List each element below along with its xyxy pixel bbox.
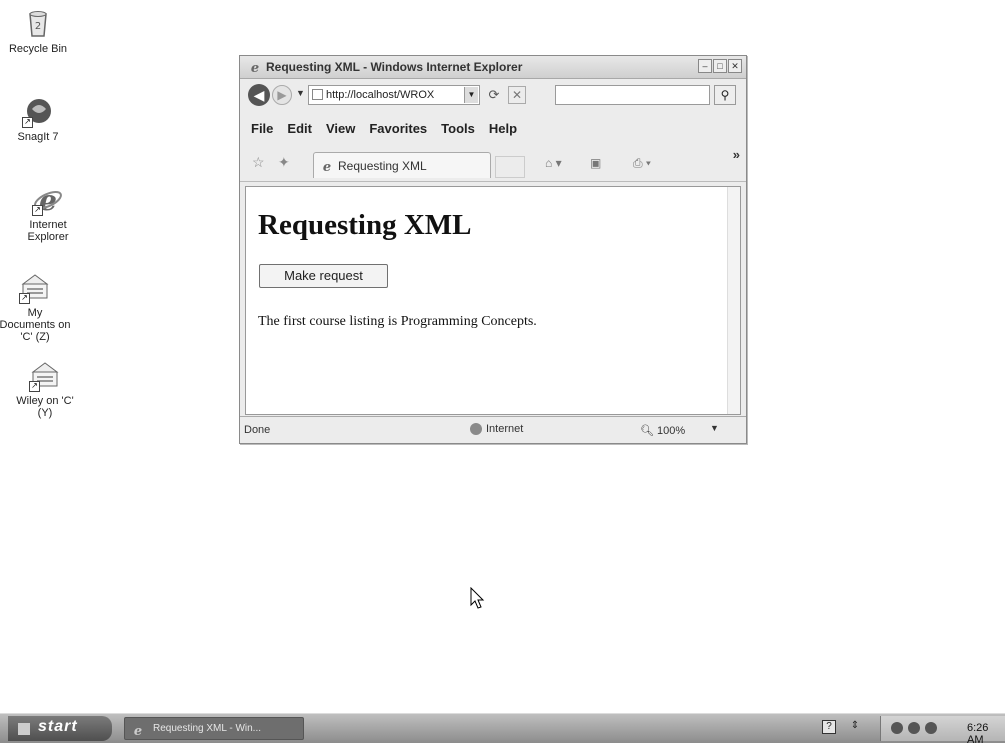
title-bar[interactable]: e Requesting XML - Windows Internet Expl… [240, 56, 746, 79]
print-icon[interactable]: ⎙ ▾ [633, 156, 651, 171]
ie-logo-icon: e [131, 723, 145, 742]
menu-favorites[interactable]: Favorites [369, 121, 427, 136]
taskbar-item-label: Requesting XML - Win... [153, 723, 262, 734]
address-toolbar: ◀ ▶ ▼ http://localhost/WROX ▼ ⟳ ✕ ⚲ [240, 79, 746, 111]
ie-logo-icon: e [248, 60, 262, 79]
desktop-icon-label: Recycle Bin [8, 43, 68, 55]
clock[interactable]: 6:26 AM [967, 722, 1005, 746]
internet-explorer-icon: e ↗ [32, 184, 64, 217]
back-button[interactable]: ◀ [248, 84, 270, 106]
svg-text:2: 2 [35, 21, 41, 32]
tab-toolbar: ☆ ✦ e Requesting XML ⌂ ▾ ▣ ⎙ ▾ » [240, 145, 746, 182]
minimize-button[interactable]: – [698, 59, 712, 73]
feeds-icon[interactable]: ▣ [590, 156, 601, 170]
address-bar[interactable]: http://localhost/WROX ▼ [308, 85, 480, 105]
start-button[interactable]: start [8, 716, 112, 741]
tray-shield-icon[interactable] [891, 722, 903, 734]
snagit-icon: ↗ [22, 96, 54, 128]
favorites-star-icon[interactable]: ☆ [252, 154, 265, 171]
refresh-icon[interactable]: ⟳ [485, 86, 503, 104]
desktop-icon-my-documents[interactable]: ↗ My Documents on 'C' (Z) [0, 272, 71, 343]
page-content: Requesting XML Make request The first co… [245, 186, 741, 415]
menu-file[interactable]: File [251, 121, 273, 136]
tray-arrow-icon[interactable]: ⇕ [848, 720, 862, 734]
desktop-icon-label: SnagIt 7 [17, 131, 59, 143]
maximize-button[interactable]: □ [713, 59, 727, 73]
make-request-button[interactable]: Make request [259, 264, 388, 288]
tray-network-icon[interactable] [908, 722, 920, 734]
search-icon[interactable]: ⚲ [714, 85, 736, 105]
page-heading: Requesting XML [258, 209, 472, 241]
desktop-icon-label: My Documents on 'C' (Z) [0, 307, 71, 343]
zoom-level[interactable]: 🔍︎ 100% [640, 424, 685, 437]
home-icon[interactable]: ⌂ ▾ [545, 156, 562, 170]
shortcut-arrow-icon: ↗ [29, 381, 40, 392]
network-drive-icon: ↗ [29, 360, 61, 392]
add-favorite-icon[interactable]: ✦ [278, 154, 290, 171]
desktop-icon-snagit[interactable]: ↗ SnagIt 7 [2, 96, 74, 143]
security-zone[interactable]: Internet [470, 423, 523, 435]
help-icon[interactable]: ? [822, 720, 836, 734]
ie-window: e Requesting XML - Windows Internet Expl… [239, 55, 747, 444]
ie-logo-icon: e [320, 159, 334, 178]
tab-requesting-xml[interactable]: e Requesting XML [313, 152, 491, 178]
network-drive-icon: ↗ [19, 272, 51, 304]
svg-text:e: e [323, 160, 331, 173]
zone-label: Internet [486, 423, 524, 435]
shortcut-arrow-icon: ↗ [19, 293, 30, 304]
svg-text:e: e [251, 61, 259, 74]
recent-pages-dropdown[interactable]: ▼ [296, 88, 305, 98]
windows-flag-icon [18, 723, 30, 735]
result-paragraph: The first course listing is Programming … [258, 314, 537, 329]
close-button[interactable]: ✕ [728, 59, 742, 73]
forward-button[interactable]: ▶ [272, 85, 292, 105]
page-icon [312, 89, 323, 100]
window-title: Requesting XML - Windows Internet Explor… [266, 60, 523, 74]
desktop-icon-internet-explorer[interactable]: e ↗ Internet Explorer [12, 184, 84, 243]
mouse-cursor-icon [470, 586, 486, 616]
recycle-bin-icon: 2 [22, 8, 54, 40]
tab-label: Requesting XML [338, 159, 427, 173]
new-tab-button[interactable] [495, 156, 525, 178]
menu-help[interactable]: Help [489, 121, 517, 136]
address-text: http://localhost/WROX [326, 89, 435, 101]
desktop-icon-label: Wiley on 'C' (Y) [16, 395, 74, 419]
shortcut-arrow-icon: ↗ [32, 205, 43, 216]
toolbar-chevron-icon[interactable]: » [733, 147, 740, 162]
desktop-icon-wiley[interactable]: ↗ Wiley on 'C' (Y) [9, 360, 81, 419]
search-input[interactable] [555, 85, 710, 105]
shortcut-arrow-icon: ↗ [22, 117, 33, 128]
globe-icon [470, 423, 482, 435]
taskbar: start e Requesting XML - Win... ? ⇕ 6:26… [0, 713, 1005, 746]
taskbar-item-ie[interactable]: e Requesting XML - Win... [124, 717, 304, 740]
status-bar: Done Internet 🔍︎ 100% ▼ [240, 416, 746, 443]
menu-edit[interactable]: Edit [287, 121, 312, 136]
system-tray: 6:26 AM [880, 716, 1005, 746]
zoom-dropdown-icon[interactable]: ▼ [710, 423, 719, 433]
status-text: Done [244, 424, 271, 436]
start-label: start [38, 718, 78, 735]
zoom-value: 100% [657, 425, 686, 437]
vertical-scrollbar[interactable] [727, 187, 740, 414]
menu-tools[interactable]: Tools [441, 121, 475, 136]
menu-view[interactable]: View [326, 121, 355, 136]
tray-volume-icon[interactable] [925, 722, 937, 734]
desktop-icon-recycle-bin[interactable]: 2 Recycle Bin [2, 8, 74, 55]
svg-text:e: e [134, 724, 142, 737]
menu-bar: File Edit View Favorites Tools Help [240, 116, 746, 140]
stop-icon[interactable]: ✕ [508, 86, 526, 104]
desktop-icon-label: Internet Explorer [27, 219, 69, 243]
address-dropdown-icon[interactable]: ▼ [464, 87, 478, 103]
